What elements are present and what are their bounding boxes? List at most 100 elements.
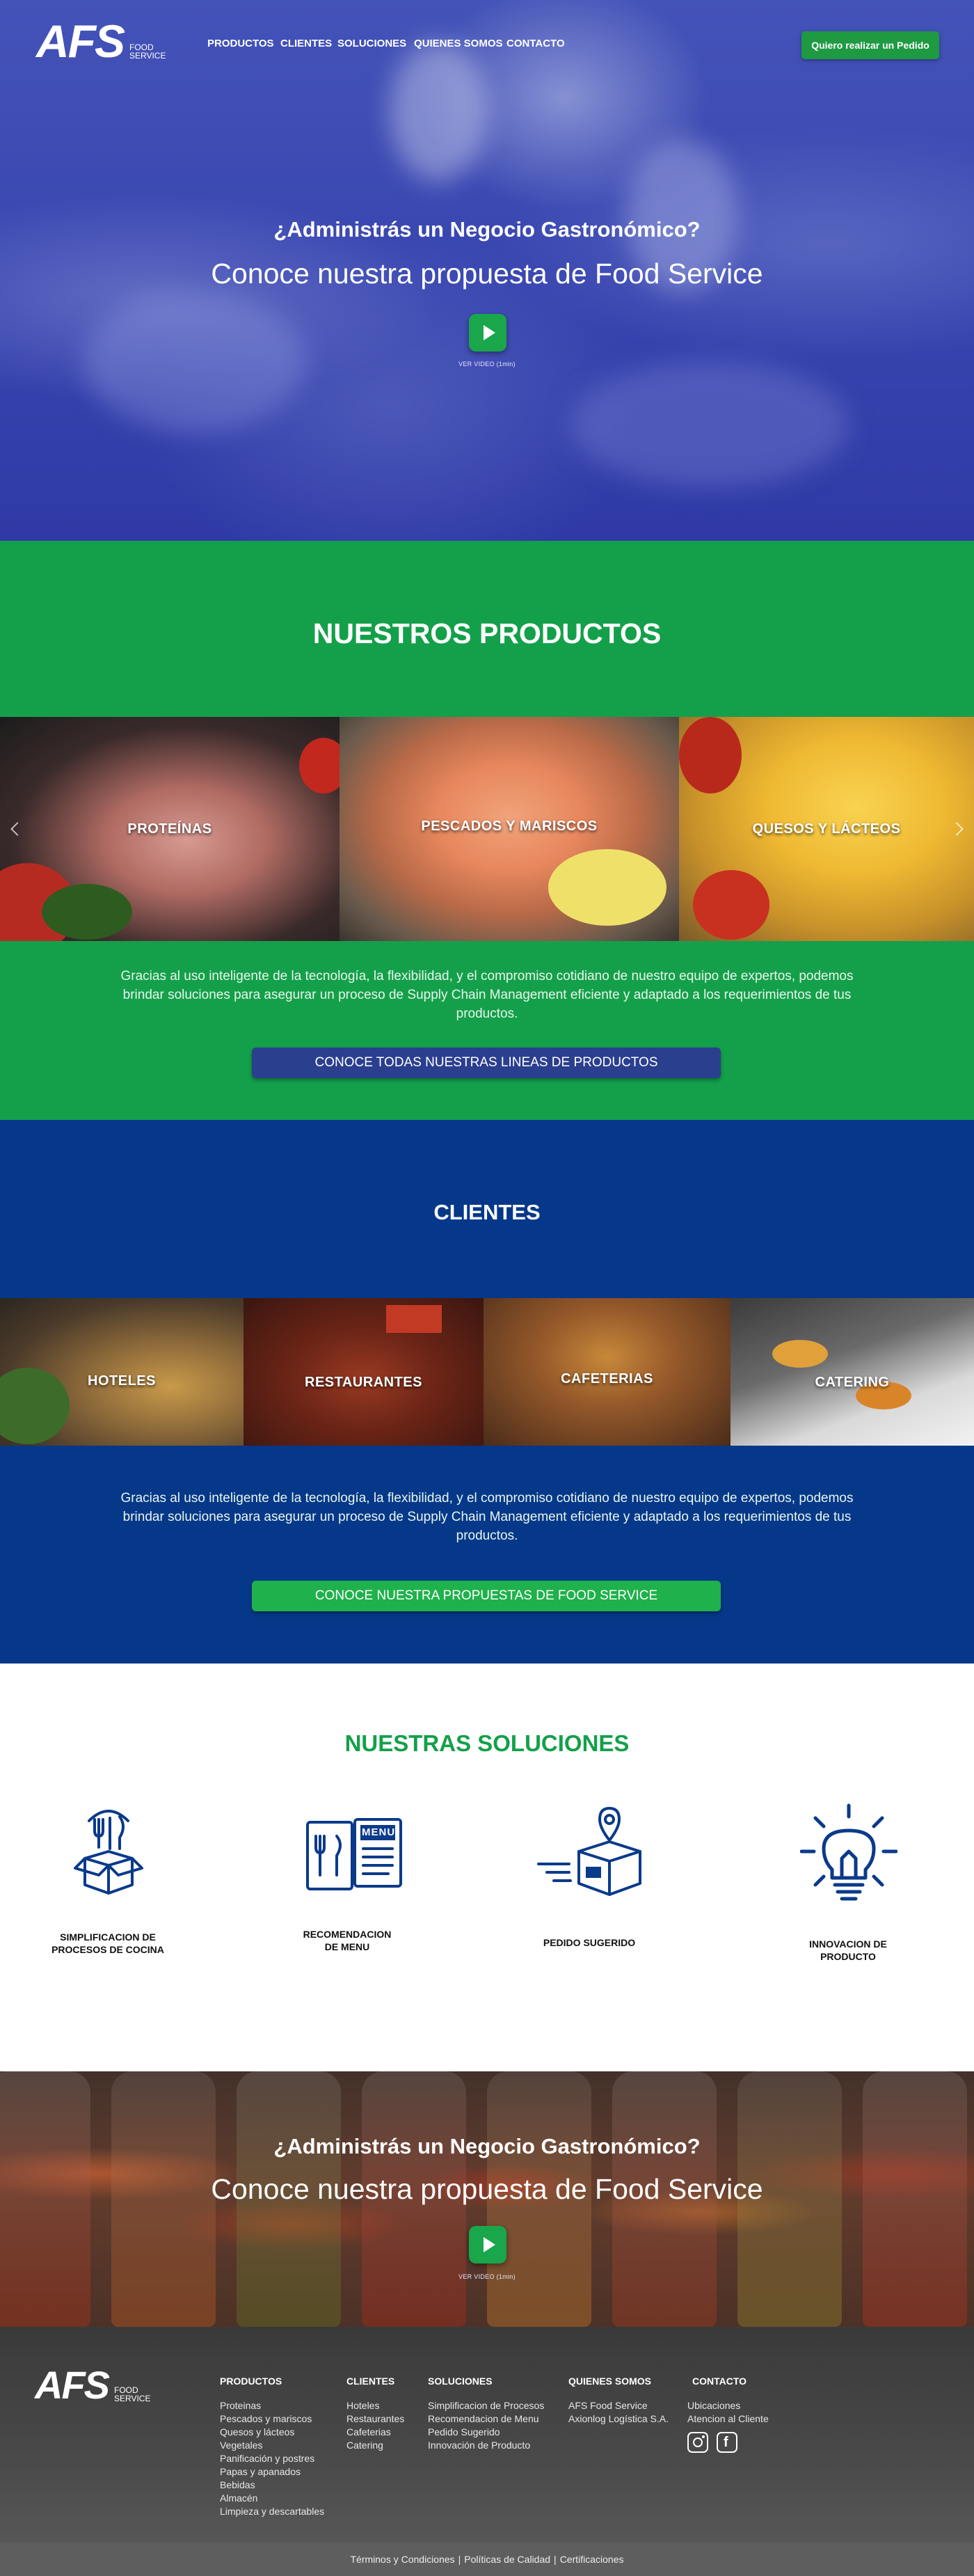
lightbulb-icon[interactable] xyxy=(799,1803,898,1907)
instagram-icon[interactable] xyxy=(687,2432,708,2453)
solution-label-line: RECOMENDACION xyxy=(303,1929,392,1940)
product-tile-proteinas[interactable]: PROTEÍNAS xyxy=(0,717,340,941)
clientes-cta-button[interactable]: CONOCE NUESTRA PROPUESTAS DE FOOD SERVIC… xyxy=(252,1581,721,1611)
footer-link[interactable]: Bebidas xyxy=(220,2479,324,2492)
logo-subtitle: FOOD SERVICE xyxy=(114,2386,150,2403)
solution-label-innovacion[interactable]: INNOVACION DE PRODUCTO xyxy=(772,1938,925,1963)
nav-soluciones[interactable]: SOLUCIONES xyxy=(337,38,406,49)
soluciones-section: NUESTRAS SOLUCIONES MENU SIMPLIFICACION … xyxy=(0,1664,974,2071)
cta-title: ¿Administrás un Negocio Gastronómico? xyxy=(273,2134,701,2158)
facebook-icon[interactable]: f xyxy=(717,2432,737,2453)
footer-head-clientes[interactable]: CLIENTES xyxy=(346,2376,394,2387)
client-tile-catering[interactable]: CATERING xyxy=(730,1298,974,1446)
terms-link[interactable]: Términos y Condiciones xyxy=(350,2554,454,2565)
logo-mark: AFS xyxy=(35,2363,110,2407)
footer-link[interactable]: Axionlog Logística S.A. xyxy=(568,2412,669,2426)
nav-clientes[interactable]: CLIENTES xyxy=(280,38,332,49)
product-tile-label: PESCADOS Y MARISCOS xyxy=(421,819,598,834)
footer-head-quienes-somos[interactable]: QUIENES SOMOS xyxy=(568,2376,651,2387)
footer-link[interactable]: Quesos y lácteos xyxy=(220,2426,324,2439)
menu-book-icon[interactable]: MENU xyxy=(305,1817,405,1893)
footer-link[interactable]: Hoteles xyxy=(346,2399,404,2412)
productos-title: NUESTROS PRODUCTOS xyxy=(312,617,662,649)
solution-label-menu[interactable]: RECOMENDACION DE MENU xyxy=(271,1928,424,1953)
footer-link[interactable]: Panificación y postres xyxy=(220,2452,324,2465)
play-video-label[interactable]: VER VIDEO (1min) xyxy=(0,2273,974,2280)
footer-link[interactable]: Limpieza y descartables xyxy=(220,2505,324,2518)
solution-label-line: PEDIDO SUGERIDO xyxy=(543,1937,636,1948)
client-tile-restaurantes[interactable]: RESTAURANTES xyxy=(244,1298,484,1446)
video-cta-section: ¿Administrás un Negocio Gastronómico? Co… xyxy=(0,2071,974,2327)
footer-list-clientes: Hoteles Restaurantes Cafeterias Catering xyxy=(346,2399,404,2452)
footer-link[interactable]: Ubicaciones xyxy=(687,2399,769,2412)
footer-link[interactable]: Atencion al Cliente xyxy=(687,2412,769,2426)
logo-sub-line: SERVICE xyxy=(114,2394,151,2404)
footer-link[interactable]: Pedido Sugerido xyxy=(428,2426,544,2439)
footer-link[interactable]: Cafeterias xyxy=(346,2426,404,2439)
instagram-lens xyxy=(693,2437,703,2447)
clientes-description: Gracias al uso inteligente de la tecnolo… xyxy=(120,1491,854,1543)
order-button[interactable]: Quiero realizar un Pedido xyxy=(801,31,939,59)
client-tile-label: HOTELES xyxy=(88,1373,156,1389)
product-tile-quesos[interactable]: QUESOS Y LÁCTEOS xyxy=(679,717,974,941)
top-navbar: AFS FOOD SERVICE PRODUCTOS CLIENTES SOLU… xyxy=(0,0,974,90)
solution-label-line: PROCESOS DE COCINA xyxy=(51,1944,164,1955)
footer-link[interactable]: Simplificacion de Procesos xyxy=(428,2399,544,2412)
footer-list-quienes-somos: AFS Food Service Axionlog Logística S.A. xyxy=(568,2399,669,2426)
nav-productos[interactable]: PRODUCTOS xyxy=(207,38,274,49)
footer-link[interactable]: AFS Food Service xyxy=(568,2399,669,2412)
solution-label-line: DE MENU xyxy=(324,1941,370,1952)
clientes-section: CLIENTES HOTELES RESTAURANTES CAFETERIAS… xyxy=(0,1120,974,1664)
play-video-button[interactable] xyxy=(469,2226,506,2263)
footer-link[interactable]: Innovación de Producto xyxy=(428,2439,544,2452)
lemon-shape xyxy=(548,849,666,926)
nav-quienes-somos[interactable]: QUIENES SOMOS xyxy=(414,38,503,49)
footer-link[interactable]: Pescados y mariscos xyxy=(220,2412,324,2426)
footer-link[interactable]: Catering xyxy=(346,2439,404,2452)
instagram-dot xyxy=(702,2435,705,2438)
solution-label-line: SIMPLIFICACION DE xyxy=(60,1931,156,1943)
hero-section: AFS FOOD SERVICE PRODUCTOS CLIENTES SOLU… xyxy=(0,0,974,541)
client-tile-label: RESTAURANTES xyxy=(305,1375,422,1390)
solution-label-pedido[interactable]: PEDIDO SUGERIDO xyxy=(513,1936,666,1949)
productos-description: Gracias al uso inteligente de la tecnolo… xyxy=(120,969,854,1021)
footer-head-contacto[interactable]: CONTACTO xyxy=(692,2376,747,2387)
footer-list-contacto: Ubicaciones Atencion al Cliente xyxy=(687,2399,769,2426)
tomato-shape xyxy=(693,870,769,940)
logo-sub-line: SERVICE xyxy=(129,51,166,61)
play-video-label[interactable]: VER VIDEO (1min) xyxy=(0,361,974,368)
cucumber-shape xyxy=(42,884,132,940)
footer-link[interactable]: Recomendacion de Menu xyxy=(428,2412,544,2426)
footer-link[interactable]: Proteinas xyxy=(220,2399,324,2412)
footer-head-soluciones[interactable]: SOLUCIONES xyxy=(428,2376,493,2387)
product-tile-label: PROTEÍNAS xyxy=(127,821,212,837)
cta-subtitle: Conoce nuestra propuesta de Food Service xyxy=(211,2173,763,2205)
pepper-shape xyxy=(299,738,340,793)
delivery-box-icon[interactable] xyxy=(536,1803,648,1900)
footer-logo[interactable]: AFS FOOD SERVICE xyxy=(35,2366,150,2405)
footer-link[interactable]: Vegetales xyxy=(220,2439,324,2452)
productos-section: NUESTROS PRODUCTOS PROTEÍNAS PESCADOS Y … xyxy=(0,541,974,1120)
client-tile-hoteles[interactable]: HOTELES xyxy=(0,1298,244,1446)
quality-policy-link[interactable]: Políticas de Calidad xyxy=(464,2554,550,2565)
hero-title: ¿Administrás un Negocio Gastronómico? xyxy=(273,217,701,242)
product-tile-pescados[interactable]: PESCADOS Y MARISCOS xyxy=(340,717,679,941)
solution-label-simplificacion[interactable]: SIMPLIFICACION DE PROCESOS DE COCINA xyxy=(31,1931,184,1956)
footer-head-productos[interactable]: PRODUCTOS xyxy=(220,2376,282,2387)
hero-bg-figure xyxy=(570,362,849,487)
solution-label-line: INNOVACION DE xyxy=(809,1938,887,1950)
kitchen-box-icon[interactable] xyxy=(67,1804,150,1909)
logo-mark: AFS xyxy=(36,15,125,67)
play-video-button[interactable] xyxy=(469,314,506,351)
client-tile-cafeterias[interactable]: CAFETERIAS xyxy=(484,1298,730,1446)
soluciones-title: NUESTRAS SOLUCIONES xyxy=(344,1730,630,1756)
afs-logo[interactable]: AFS FOOD SERVICE xyxy=(36,18,166,64)
footer-link[interactable]: Papas y apanados xyxy=(220,2465,324,2479)
separator: | xyxy=(554,2554,557,2565)
nav-contacto[interactable]: CONTACTO xyxy=(506,38,565,49)
footer-link[interactable]: Almacén xyxy=(220,2492,324,2505)
productos-cta-button[interactable]: CONOCE TODAS NUESTRAS LINEAS DE PRODUCTO… xyxy=(252,1048,721,1078)
footer-list-soluciones: Simplificacion de Procesos Recomendacion… xyxy=(428,2399,544,2452)
certifications-link[interactable]: Certificaciones xyxy=(560,2554,624,2565)
footer-link[interactable]: Restaurantes xyxy=(346,2412,404,2426)
